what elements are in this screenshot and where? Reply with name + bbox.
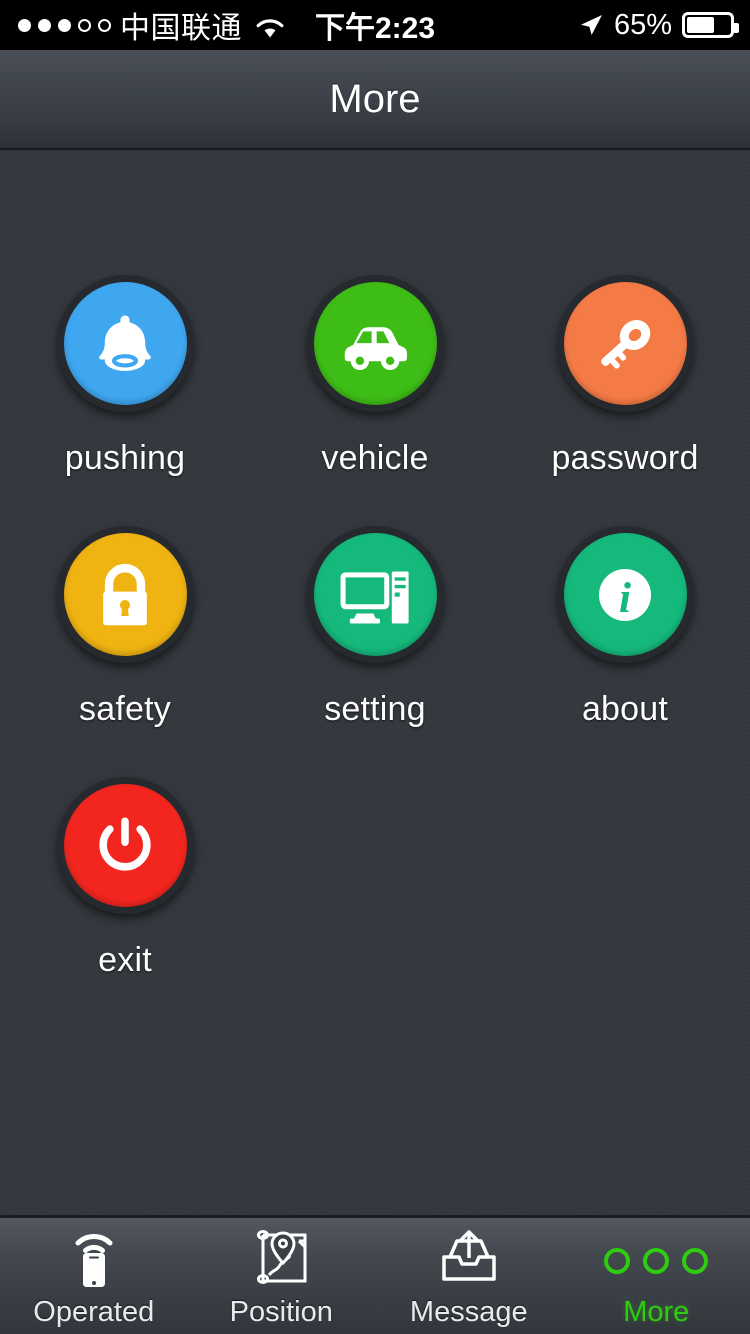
menu-item-pushing[interactable]: pushing bbox=[0, 275, 250, 478]
menu-item-label: safety bbox=[79, 690, 171, 728]
tab-icon-wrapper bbox=[249, 1230, 313, 1292]
bell-icon bbox=[83, 302, 167, 386]
outbox-upload-icon bbox=[437, 1229, 501, 1292]
tab-icon-wrapper bbox=[437, 1230, 501, 1292]
menu-item-label: pushing bbox=[64, 439, 186, 477]
key-icon bbox=[583, 302, 667, 386]
tab-label: Message bbox=[409, 1295, 528, 1328]
map-pin-icon bbox=[249, 1229, 313, 1292]
menu-item-circle[interactable] bbox=[56, 777, 194, 914]
circle-dot bbox=[643, 1247, 670, 1274]
menu-item-label: exit bbox=[98, 941, 152, 979]
circle-dot bbox=[682, 1247, 709, 1274]
menu-grid: pushing vehicle password safety setting … bbox=[0, 275, 750, 980]
menu-item-circle[interactable] bbox=[306, 526, 444, 663]
menu-item-label: vehicle bbox=[321, 439, 429, 477]
status-bar: 中国联通 下午2:23 65% bbox=[0, 0, 750, 50]
tab-message[interactable]: Message bbox=[375, 1218, 563, 1334]
menu-item-circle[interactable] bbox=[556, 275, 694, 412]
power-icon bbox=[83, 804, 167, 888]
page-title: More bbox=[329, 76, 421, 121]
menu-item-circle[interactable]: i bbox=[556, 526, 694, 663]
app-screen: 中国联通 下午2:23 65% More pushing vehicle pas… bbox=[0, 0, 750, 1334]
menu-item-exit[interactable]: exit bbox=[0, 777, 250, 980]
car-icon bbox=[333, 302, 417, 386]
menu-item-label: about bbox=[581, 690, 669, 728]
menu-item-label: password bbox=[551, 439, 699, 477]
tab-operated[interactable]: Operated bbox=[0, 1218, 188, 1334]
menu-item-password[interactable]: password bbox=[500, 275, 750, 478]
lock-icon bbox=[83, 553, 167, 637]
tab-icon-wrapper bbox=[604, 1230, 709, 1292]
menu-item-vehicle[interactable]: vehicle bbox=[250, 275, 500, 478]
tab-label: Operated bbox=[33, 1295, 155, 1328]
tab-bar: Operated Position Message More bbox=[0, 1215, 750, 1334]
phone-signal-icon bbox=[64, 1227, 124, 1294]
menu-item-circle[interactable] bbox=[56, 526, 194, 663]
navigation-bar: More bbox=[0, 50, 750, 150]
tab-position[interactable]: Position bbox=[188, 1218, 376, 1334]
menu-item-setting[interactable]: setting bbox=[250, 526, 500, 729]
menu-item-label: setting bbox=[324, 690, 426, 728]
info-icon: i bbox=[583, 553, 667, 637]
computer-icon bbox=[333, 553, 417, 637]
tab-icon-wrapper bbox=[64, 1230, 124, 1292]
circle-dot bbox=[604, 1247, 631, 1274]
menu-item-circle[interactable] bbox=[56, 275, 194, 412]
status-bar-time: 下午2:23 bbox=[314, 12, 436, 45]
tab-label: More bbox=[623, 1295, 690, 1328]
three-circles-icon bbox=[604, 1247, 709, 1274]
main-content: pushing vehicle password safety setting … bbox=[0, 152, 750, 1215]
svg-text:i: i bbox=[619, 573, 631, 621]
menu-item-about[interactable]: i about bbox=[500, 526, 750, 729]
tab-label: Position bbox=[229, 1295, 333, 1328]
menu-item-circle[interactable] bbox=[306, 275, 444, 412]
menu-item-safety[interactable]: safety bbox=[0, 526, 250, 729]
battery-icon bbox=[682, 12, 739, 38]
tab-more[interactable]: More bbox=[563, 1218, 750, 1334]
